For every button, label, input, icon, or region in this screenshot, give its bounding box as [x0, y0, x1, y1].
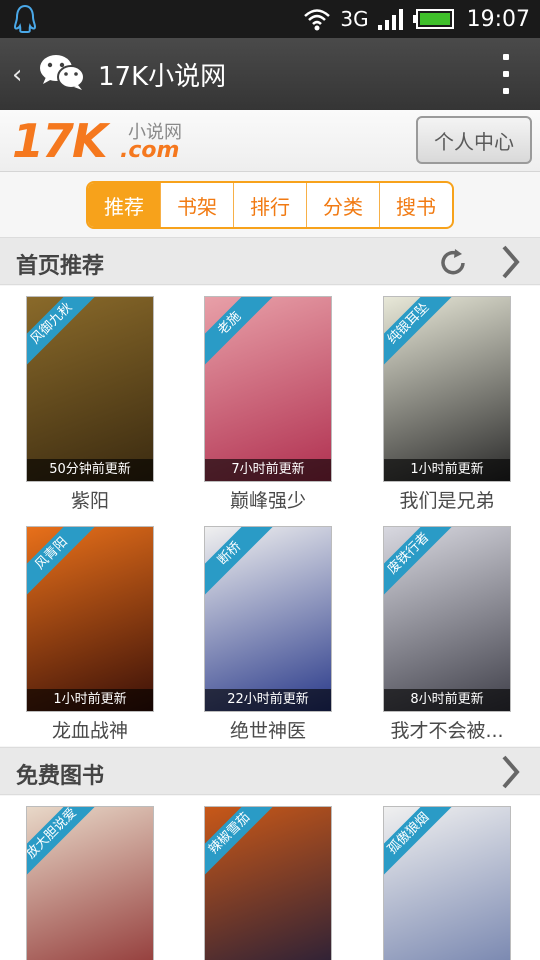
update-time: 22小时前更新	[205, 689, 331, 711]
book-title[interactable]: 龙血战神	[6, 716, 174, 743]
clock: 19:07	[466, 6, 530, 32]
tab-search[interactable]: 搜书	[379, 183, 452, 227]
back-chevron-icon[interactable]: ‹	[12, 60, 22, 90]
tab-ranking[interactable]: 排行	[233, 183, 306, 227]
wechat-icon	[38, 52, 86, 96]
section-header-free: 免费图书	[0, 747, 540, 795]
book-cover[interactable]: 纯银耳坠 1小时前更新	[383, 296, 511, 482]
signal-icon	[377, 9, 403, 30]
book-cover[interactable]: 风御九秋 50分钟前更新	[26, 296, 154, 482]
network-type: 3G	[340, 7, 369, 31]
section-header-recommend: 首页推荐	[0, 237, 540, 285]
book-title[interactable]: 我们是兄弟	[363, 486, 531, 513]
update-time: 1小时前更新	[384, 459, 510, 481]
update-time: 8小时前更新	[384, 689, 510, 711]
update-time: 7小时前更新	[205, 459, 331, 481]
book-grid-free: 放大胆说爱 辣椒雪茄 孤傲狼烟	[0, 796, 540, 960]
page-title: 17K小说网	[98, 62, 227, 92]
tab-recommend[interactable]: 推荐	[88, 183, 160, 227]
title-bar: ‹ 17K小说网	[0, 38, 540, 110]
book-cover[interactable]: 辣椒雪茄	[204, 806, 332, 960]
site-logo[interactable]: 17K	[12, 116, 108, 166]
update-time: 50分钟前更新	[27, 459, 153, 481]
refresh-icon[interactable]	[436, 246, 470, 280]
battery-icon	[412, 9, 454, 29]
book-title[interactable]: 紫阳	[6, 486, 174, 513]
chevron-right-icon[interactable]	[500, 244, 522, 280]
nav-tabs: 推荐 书架 排行 分类 搜书	[86, 181, 454, 229]
book-grid-recommend: 风御九秋 50分钟前更新 紫阳 老施 7小时前更新 巅峰强少 纯银耳坠 1小时前…	[0, 286, 540, 746]
book-cover[interactable]: 断桥 22小时前更新	[204, 526, 332, 712]
tab-category[interactable]: 分类	[306, 183, 379, 227]
book-title[interactable]: 巅峰强少	[184, 486, 352, 513]
book-cover[interactable]: 老施 7小时前更新	[204, 296, 332, 482]
qq-notification-icon	[13, 4, 37, 38]
book-title[interactable]: 绝世神医	[184, 716, 352, 743]
update-time: 1小时前更新	[27, 689, 153, 711]
tab-bookshelf[interactable]: 书架	[160, 183, 233, 227]
site-logo-domain: .com	[120, 138, 180, 163]
status-bar: 3G 19:07	[0, 0, 540, 38]
user-center-button[interactable]: 个人中心	[416, 116, 532, 164]
section-title: 首页推荐	[16, 254, 105, 279]
book-title[interactable]: 我才不会被...	[363, 716, 531, 743]
book-cover[interactable]: 孤傲狼烟	[383, 806, 511, 960]
chevron-right-icon[interactable]	[500, 754, 522, 790]
brand-header: 17K 小说网 .com 个人中心	[0, 110, 540, 172]
section-title: 免费图书	[16, 764, 105, 789]
more-menu-icon[interactable]	[502, 54, 510, 94]
book-cover[interactable]: 废铁行者 8小时前更新	[383, 526, 511, 712]
book-cover[interactable]: 风青阳 1小时前更新	[26, 526, 154, 712]
wifi-icon	[304, 9, 331, 31]
book-cover[interactable]: 放大胆说爱	[26, 806, 154, 960]
